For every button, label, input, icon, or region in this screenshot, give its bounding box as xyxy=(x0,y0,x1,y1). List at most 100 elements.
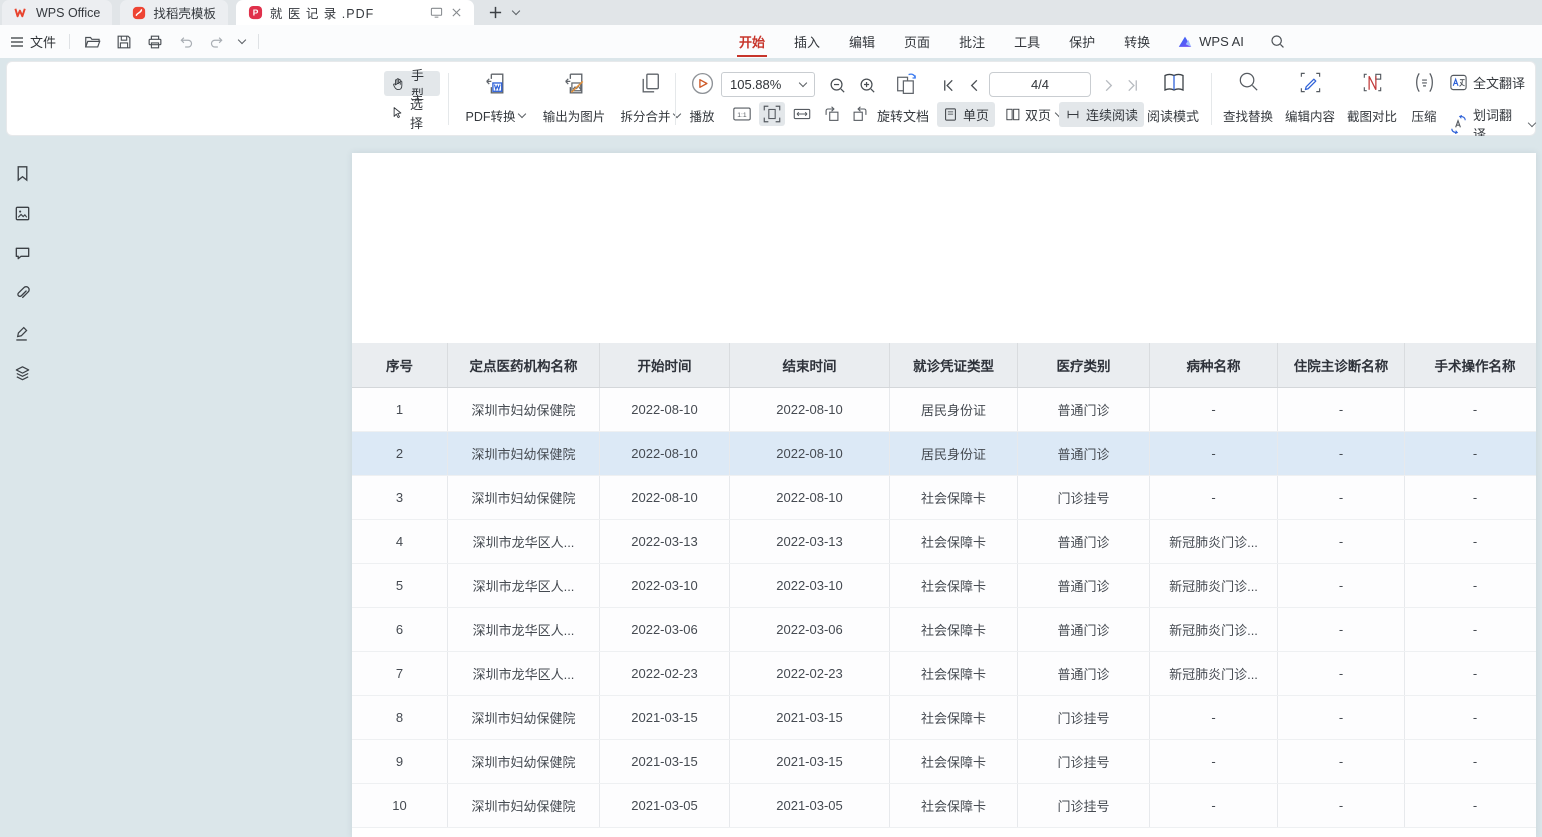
column-header: 开始时间 xyxy=(600,343,730,387)
table-cell: 普通门诊 xyxy=(1018,432,1150,475)
menu-item[interactable]: 保护 xyxy=(1067,26,1097,57)
table-cell: - xyxy=(1278,740,1405,783)
signature-pen-icon[interactable] xyxy=(13,324,32,343)
fit-width-button[interactable] xyxy=(789,102,815,126)
table-cell: 深圳市妇幼保健院 xyxy=(448,740,600,783)
fit-page-button[interactable] xyxy=(759,102,785,126)
table-cell: 社会保障卡 xyxy=(890,608,1018,651)
table-cell: 6 xyxy=(352,608,448,651)
window-tab-strip: WPS Office 找稻壳模板 P 就 医 记 录 .PDF xyxy=(0,0,1542,25)
cursor-icon xyxy=(390,105,405,120)
table-row: 1深圳市妇幼保健院2022-08-102022-08-10居民身份证普通门诊--… xyxy=(352,388,1536,432)
table-cell: 2022-03-06 xyxy=(600,608,730,651)
tab-wps-office[interactable]: WPS Office xyxy=(2,0,112,25)
file-menu-button[interactable]: 文件 xyxy=(10,32,56,51)
hand-tool-button[interactable]: 手型 xyxy=(384,71,440,96)
table-row: 7深圳市龙华区人...2022-02-232022-02-23社会保障卡普通门诊… xyxy=(352,652,1536,696)
column-header: 病种名称 xyxy=(1150,343,1278,387)
play-label: 播放 xyxy=(689,106,714,125)
previous-page-button[interactable] xyxy=(963,74,985,96)
pdf-viewport[interactable]: 序号定点医药机构名称开始时间结束时间就诊凭证类型医疗类别病种名称住院主诊断名称手… xyxy=(44,136,1542,837)
screenshot-compare-button[interactable]: 截图对比 xyxy=(1343,68,1401,130)
bookmark-icon[interactable] xyxy=(13,164,32,183)
table-cell: 普通门诊 xyxy=(1018,388,1150,431)
menu-bar: 开始插入编辑页面批注工具保护转换 WPS AI xyxy=(737,25,1286,58)
export-image-icon xyxy=(561,70,588,97)
close-tab-icon[interactable] xyxy=(451,7,462,18)
tab-docer-templates[interactable]: 找稻壳模板 xyxy=(120,0,228,25)
thumbnail-image-icon[interactable] xyxy=(13,204,32,223)
table-cell: - xyxy=(1405,476,1536,519)
export-as-image-button[interactable]: 输出为图片 xyxy=(535,68,613,130)
rotate-document-label[interactable]: 旋转文档 xyxy=(877,106,929,125)
table-cell: - xyxy=(1150,740,1278,783)
table-cell: 新冠肺炎门诊... xyxy=(1150,652,1278,695)
divider xyxy=(258,34,259,49)
undo-icon[interactable] xyxy=(177,33,195,50)
single-page-view-button[interactable]: 单页 xyxy=(937,102,995,127)
table-cell: - xyxy=(1278,432,1405,475)
full-text-translate-button[interactable]: 全文翻译 xyxy=(1449,73,1525,92)
edit-content-button[interactable]: 编辑内容 xyxy=(1281,68,1339,130)
last-page-button[interactable] xyxy=(1121,74,1143,96)
print-icon[interactable] xyxy=(146,33,164,51)
menu-item[interactable]: 转换 xyxy=(1122,26,1152,57)
compress-icon xyxy=(1412,70,1437,95)
menu-search-icon[interactable] xyxy=(1269,33,1286,50)
menu-item[interactable]: 开始 xyxy=(737,26,767,57)
continuous-reading-icon xyxy=(1065,107,1081,122)
menu-item[interactable]: 批注 xyxy=(957,26,987,57)
play-slideshow-button[interactable]: 播放 xyxy=(679,68,725,130)
table-cell: 门诊挂号 xyxy=(1018,696,1150,739)
enter-fullscreen-monitor-icon[interactable] xyxy=(430,6,443,19)
read-mode-book-icon[interactable] xyxy=(1159,68,1189,98)
table-cell: 深圳市龙华区人... xyxy=(448,520,600,563)
tab-document-pdf[interactable]: P 就 医 记 录 .PDF xyxy=(236,0,474,25)
menu-item[interactable]: 工具 xyxy=(1012,26,1042,57)
open-folder-icon[interactable] xyxy=(83,33,102,51)
rotate-right-button[interactable] xyxy=(847,102,873,126)
layers-icon[interactable] xyxy=(13,364,32,383)
single-page-icon xyxy=(943,107,958,122)
wps-ai-logo-icon xyxy=(1177,34,1193,50)
quick-access-chevron-icon[interactable] xyxy=(238,36,246,44)
next-page-button[interactable] xyxy=(1097,74,1119,96)
comment-icon[interactable] xyxy=(13,244,32,263)
menu-item[interactable]: 页面 xyxy=(902,26,932,57)
redo-icon[interactable] xyxy=(208,33,226,50)
continuous-reading-button[interactable]: 连续阅读 xyxy=(1059,102,1144,127)
column-header: 结束时间 xyxy=(730,343,890,387)
table-cell: 2 xyxy=(352,432,448,475)
compress-button[interactable]: 压缩 xyxy=(1405,68,1443,130)
save-icon[interactable] xyxy=(115,33,133,51)
continuous-reading-label: 连续阅读 xyxy=(1086,105,1138,124)
pdf-convert-button[interactable]: PDF转换 xyxy=(455,68,535,130)
find-replace-button[interactable]: 查找替换 xyxy=(1219,68,1277,130)
double-page-icon xyxy=(1005,107,1020,122)
menu-item[interactable]: 插入 xyxy=(792,26,822,57)
rotate-left-button[interactable] xyxy=(819,102,845,126)
actual-size-button[interactable]: 1:1 xyxy=(729,102,755,126)
rotate-document-icon[interactable] xyxy=(891,68,921,98)
table-cell: - xyxy=(1278,608,1405,651)
table-row: 2深圳市妇幼保健院2022-08-102022-08-10居民身份证普通门诊--… xyxy=(352,432,1536,476)
double-page-view-button[interactable]: 双页 xyxy=(999,102,1068,127)
wps-logo-icon xyxy=(14,5,29,20)
full-translate-label: 全文翻译 xyxy=(1473,73,1525,92)
read-mode-label[interactable]: 阅读模式 xyxy=(1147,106,1199,125)
zoom-out-button[interactable] xyxy=(825,73,849,97)
menu-item[interactable]: 编辑 xyxy=(847,26,877,57)
first-page-button[interactable] xyxy=(937,74,959,96)
select-tool-button[interactable]: 选择 xyxy=(384,100,440,125)
zoom-level-select[interactable]: 105.88% xyxy=(721,72,815,97)
page-number-input[interactable]: 4/4 xyxy=(989,72,1091,97)
attachment-icon[interactable] xyxy=(13,284,32,303)
table-cell: - xyxy=(1278,696,1405,739)
zoom-in-button[interactable] xyxy=(855,73,879,97)
table-cell: 新冠肺炎门诊... xyxy=(1150,564,1278,607)
tab-list-chevron-icon[interactable] xyxy=(512,7,520,15)
new-tab-plus-icon[interactable] xyxy=(488,5,503,20)
table-row: 5深圳市龙华区人...2022-03-102022-03-10社会保障卡普通门诊… xyxy=(352,564,1536,608)
wps-ai-button[interactable]: WPS AI xyxy=(1177,34,1244,50)
word-translate-icon xyxy=(1449,115,1468,134)
